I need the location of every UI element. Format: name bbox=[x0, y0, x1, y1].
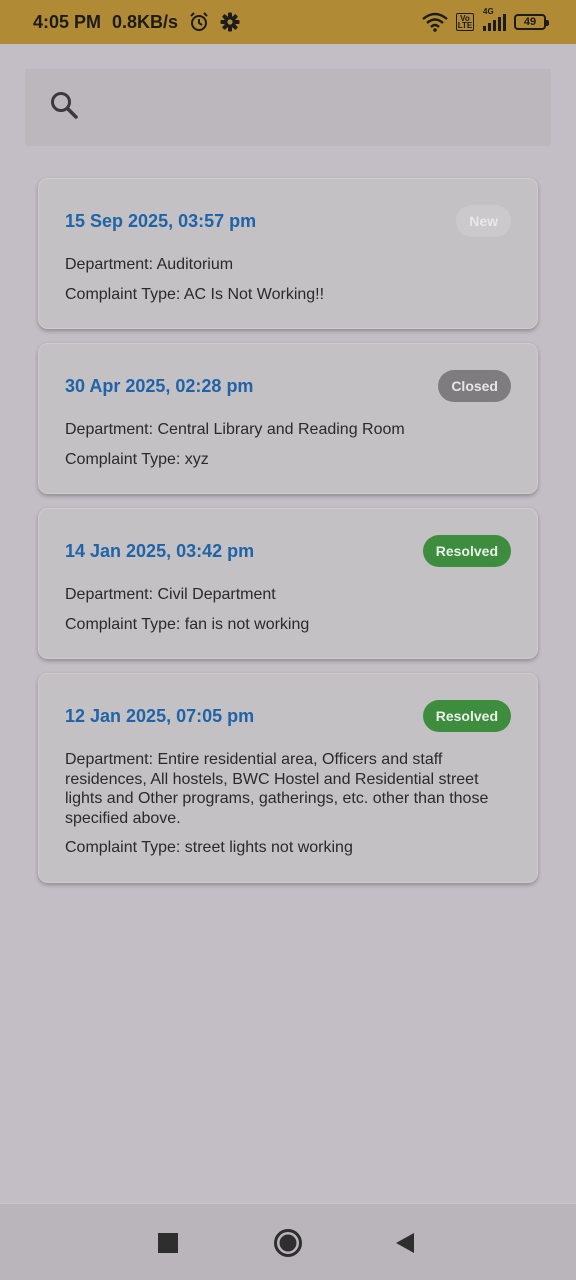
complaint-type: Complaint Type: AC Is Not Working!! bbox=[65, 285, 325, 303]
status-badge: Resolved bbox=[422, 700, 511, 732]
gear-icon bbox=[220, 12, 240, 32]
complaint-type: Complaint Type: fan is not working bbox=[65, 615, 310, 633]
volte-label-bottom: LTE bbox=[457, 21, 473, 30]
complaint-department: Department: Auditorium bbox=[65, 256, 234, 273]
network-type: 4G bbox=[483, 7, 494, 16]
battery-icon: 49 bbox=[514, 14, 549, 30]
status-speed: 0.8KB/s bbox=[112, 11, 179, 32]
status-time: 4:05 PM bbox=[33, 11, 102, 32]
status-badge: Closed bbox=[438, 370, 511, 402]
complaint-date: 15 Sep 2025, 03:57 pm bbox=[65, 210, 257, 231]
complaint-card[interactable]: 15 Sep 2025, 03:57 pm New Department: Au… bbox=[38, 178, 538, 329]
status-bar: 4:05 PM 0.8KB/s Vo LTE 4G 49 bbox=[0, 0, 576, 44]
square-icon[interactable] bbox=[158, 1233, 178, 1258]
alarm-clock-icon bbox=[189, 12, 209, 32]
complaint-date: 30 Apr 2025, 02:28 pm bbox=[65, 375, 254, 396]
navigation-bar bbox=[0, 1203, 576, 1280]
search-bar[interactable] bbox=[25, 69, 551, 146]
complaint-card[interactable]: 14 Jan 2025, 03:42 pm Resolved Departmen… bbox=[38, 508, 538, 659]
battery-level: 49 bbox=[523, 16, 537, 28]
complaint-department: Department: Civil Department bbox=[65, 586, 276, 603]
status-badge: New bbox=[456, 205, 511, 237]
complaint-date: 14 Jan 2025, 03:42 pm bbox=[65, 540, 255, 561]
complaint-type: Complaint Type: street lights not workin… bbox=[65, 839, 353, 856]
status-badge: Resolved bbox=[422, 535, 511, 567]
complaint-list: 15 Sep 2025, 03:57 pm New Department: Au… bbox=[38, 178, 538, 897]
complaint-type: Complaint Type: xyz bbox=[65, 450, 209, 468]
complaint-department: Department: Entire residential area, Off… bbox=[65, 751, 489, 827]
signal-icon: 4G bbox=[482, 7, 506, 31]
complaint-card[interactable]: 30 Apr 2025, 02:28 pm Closed Department:… bbox=[38, 343, 538, 494]
wifi-icon bbox=[422, 12, 448, 32]
volte-icon: Vo LTE bbox=[456, 13, 474, 31]
complaint-card[interactable]: 12 Jan 2025, 07:05 pm Resolved Departmen… bbox=[38, 673, 538, 883]
complaint-department: Department: Central Library and Reading … bbox=[65, 421, 405, 438]
search-icon[interactable] bbox=[49, 90, 79, 125]
complaint-date: 12 Jan 2025, 07:05 pm bbox=[65, 705, 255, 726]
circle-icon[interactable] bbox=[273, 1228, 303, 1263]
back-triangle-icon[interactable] bbox=[394, 1232, 416, 1259]
